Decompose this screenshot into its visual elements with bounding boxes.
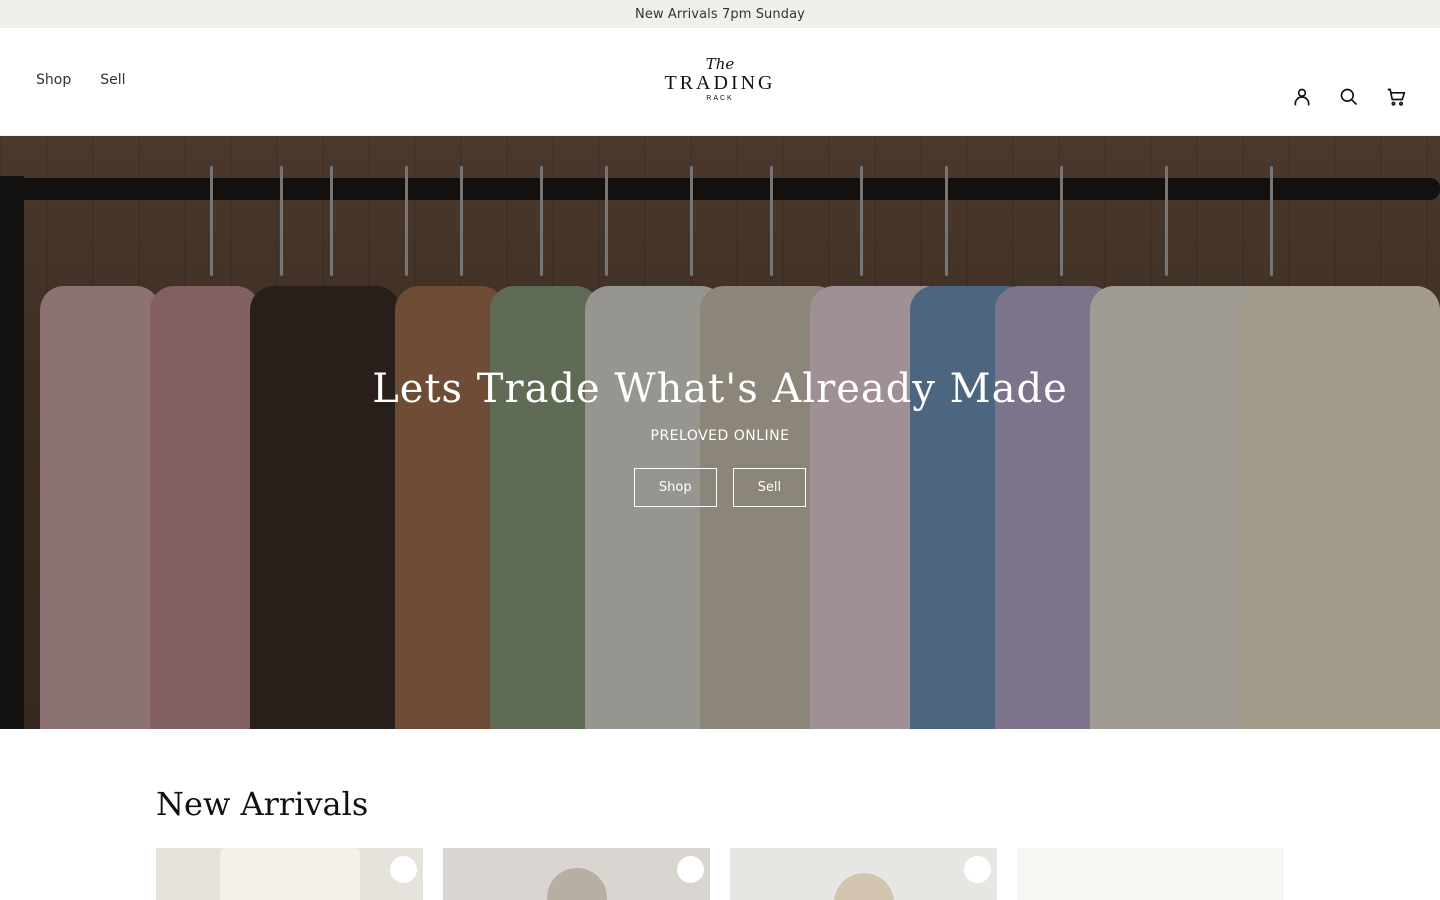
new-arrivals-section: New Arrivals <box>0 729 1440 900</box>
nav-shop-link[interactable]: Shop <box>36 72 71 88</box>
hero-sell-button[interactable]: Sell <box>732 468 807 507</box>
logo-trading: TRADING <box>664 72 776 94</box>
product-image <box>833 873 894 900</box>
header-actions <box>1292 87 1406 107</box>
nav-sell-link[interactable]: Sell <box>100 72 125 88</box>
account-icon[interactable] <box>1292 87 1312 107</box>
hero-buttons: Shop Sell <box>0 468 1440 507</box>
announcement-text: New Arrivals 7pm Sunday <box>635 6 805 22</box>
hero-content: Lets Trade What's Already Made PRELOVED … <box>0 366 1440 507</box>
hero-subtitle: PRELOVED ONLINE <box>650 428 790 444</box>
announcement-bar: New Arrivals 7pm Sunday <box>0 0 1440 28</box>
wishlist-icon[interactable] <box>390 856 417 883</box>
hero-title: Lets Trade What's Already Made <box>372 366 1068 412</box>
wishlist-icon[interactable] <box>964 856 991 883</box>
site-header: Shop Sell The TRADING RACK <box>0 28 1440 136</box>
product-grid <box>156 848 1284 900</box>
wishlist-icon[interactable] <box>677 856 704 883</box>
logo-rack: RACK <box>706 95 734 102</box>
product-image <box>219 848 360 900</box>
search-icon[interactable] <box>1339 87 1359 107</box>
product-card[interactable] <box>1017 848 1284 900</box>
main-nav: Shop Sell <box>36 72 126 88</box>
logo-the: The <box>705 55 735 73</box>
product-image <box>546 868 607 900</box>
section-title: New Arrivals <box>156 785 369 823</box>
product-card[interactable] <box>156 848 423 900</box>
hero-banner: Lets Trade What's Already Made PRELOVED … <box>0 136 1440 729</box>
product-card[interactable] <box>443 848 710 900</box>
hero-shop-button[interactable]: Shop <box>633 468 717 507</box>
product-card[interactable] <box>730 848 997 900</box>
site-logo[interactable]: The TRADING RACK <box>655 56 785 103</box>
cart-icon[interactable] <box>1386 87 1406 107</box>
